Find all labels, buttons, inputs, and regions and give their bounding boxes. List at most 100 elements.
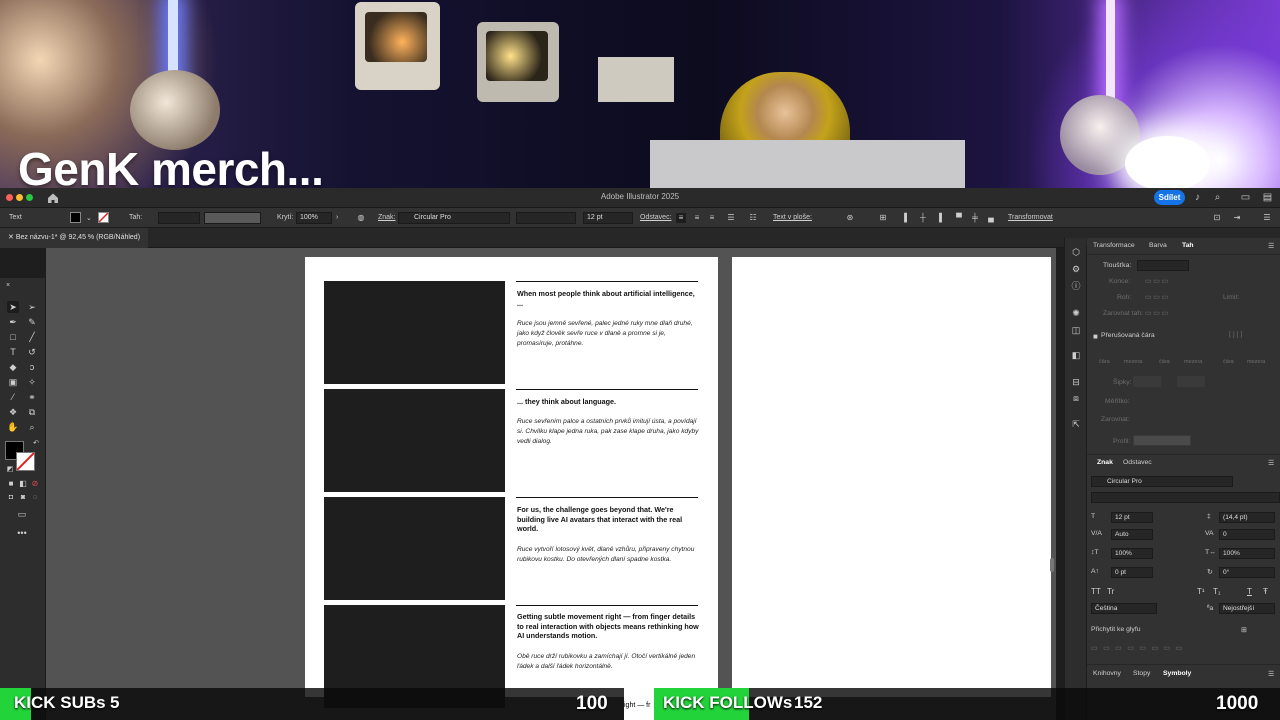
char-rotation-field[interactable]: 0°: [1219, 567, 1275, 578]
artboard-1[interactable]: When most people think about artificial …: [305, 257, 718, 708]
control-options-icon[interactable]: ⇥: [1232, 213, 1242, 223]
char-hscale-field[interactable]: 100%: [1219, 548, 1275, 559]
default-colors-icon[interactable]: ◩: [4, 464, 16, 476]
export-icon[interactable]: ⇱: [1070, 418, 1082, 430]
type-tool-icon[interactable]: T: [7, 346, 19, 358]
tab-character[interactable]: Znak: [1097, 459, 1113, 466]
cap-icons[interactable]: ▭ ▭ ▭: [1145, 277, 1168, 285]
char-tracking-field[interactable]: 0: [1219, 529, 1275, 540]
zoom-tool-icon[interactable]: ⌕: [26, 421, 38, 433]
font-size-field[interactable]: 12 pt: [583, 212, 633, 224]
char-baseline-field[interactable]: 0 pt: [1111, 567, 1153, 578]
workspace-icon[interactable]: ▭: [1240, 192, 1251, 203]
selection-tool-icon[interactable]: ➤: [7, 301, 19, 313]
stroke-weight-input[interactable]: [1137, 260, 1189, 271]
eyedropper-tool-icon[interactable]: ⁄: [7, 391, 19, 403]
align-vcenter-objects-icon[interactable]: ╪: [970, 213, 980, 223]
color-mode-icon[interactable]: ■: [5, 478, 17, 490]
section-body[interactable]: Ruce vytvoří lotosový květ, dlaně vzhůru…: [517, 545, 699, 565]
superscript-button[interactable]: T¹: [1197, 587, 1205, 596]
bullets-icon[interactable]: ☰: [726, 213, 736, 223]
stroke-color-swatch[interactable]: [16, 452, 35, 471]
chevron-down-icon[interactable]: ⌄: [86, 214, 92, 222]
recolor-icon[interactable]: ◍: [356, 213, 366, 223]
more-tools-icon[interactable]: •••: [16, 527, 28, 539]
hand-tool-icon[interactable]: ✋: [7, 421, 19, 433]
swap-colors-icon[interactable]: ↶: [30, 438, 42, 450]
numbering-icon[interactable]: ☷: [748, 213, 758, 223]
section-heading[interactable]: Getting subtle movement right — from fin…: [517, 612, 699, 641]
tab-stroke[interactable]: Tah: [1182, 242, 1194, 249]
align-top-objects-icon[interactable]: ▀: [954, 213, 964, 223]
transform-link[interactable]: Transformovat: [1008, 214, 1053, 221]
shape-builder-tool-icon[interactable]: ✧: [26, 376, 38, 388]
font-family-field[interactable]: Circular Pro: [398, 212, 510, 224]
dashed-checkbox[interactable]: ■: [1093, 332, 1098, 341]
profile-select[interactable]: [1133, 435, 1191, 446]
font-style-field[interactable]: [516, 212, 576, 224]
section-body[interactable]: Ruce sevřením palce a ostatních prvků im…: [517, 417, 699, 446]
globe-icon[interactable]: ⊛: [845, 213, 855, 223]
snap-glyph-icons[interactable]: ▭ ▭ ▭ ▭ ▭ ▭ ▭ ▭: [1091, 644, 1182, 652]
symbol-sprayer-tool-icon[interactable]: ❖: [7, 406, 19, 418]
align-stroke-icons[interactable]: ▭ ▭ ▭: [1145, 309, 1168, 317]
stroke-swatch[interactable]: [98, 212, 109, 223]
image-placeholder[interactable]: [324, 389, 505, 492]
corner-icons[interactable]: ▭ ▭ ▭: [1145, 293, 1168, 301]
section-heading[interactable]: ... they think about language.: [517, 397, 699, 407]
curvature-tool-icon[interactable]: ✎: [26, 316, 38, 328]
bottom-panel-menu-icon[interactable]: ☰: [1268, 670, 1274, 678]
char-vscale-field[interactable]: 100%: [1111, 548, 1153, 559]
all-caps-button[interactable]: TT: [1091, 587, 1101, 596]
pathfinder-icon[interactable]: ⧈: [1070, 392, 1082, 404]
small-caps-button[interactable]: Tr: [1107, 587, 1114, 596]
align-to-icon[interactable]: ⊞: [878, 213, 888, 223]
area-type-link[interactable]: Text v ploše:: [773, 214, 812, 221]
document-tab[interactable]: ✕ Bez názvu-1* @ 92,45 % (RGB/Náhled): [0, 228, 149, 248]
tab-libraries[interactable]: Knihovny: [1093, 670, 1121, 677]
properties-icon[interactable]: ⚙: [1070, 263, 1082, 275]
char-font-style-select[interactable]: [1091, 492, 1280, 503]
start-arrow-select[interactable]: [1133, 376, 1161, 387]
dash-align-icons[interactable]: [ ] [ ]: [1229, 331, 1242, 338]
info-icon[interactable]: ⓘ: [1070, 280, 1082, 292]
tab-symbols[interactable]: Symboly: [1163, 670, 1191, 677]
char-leading-field[interactable]: (14,4 pt): [1219, 512, 1275, 523]
isolate-icon[interactable]: ⊡: [1212, 213, 1222, 223]
transparency-icon[interactable]: ◧: [1070, 349, 1082, 361]
eraser-tool-icon[interactable]: ◆: [7, 361, 19, 373]
menu-icon[interactable]: ☰: [1262, 213, 1272, 223]
align-panel-icon[interactable]: ⊟: [1070, 376, 1082, 388]
end-arrow-select[interactable]: [1177, 376, 1205, 387]
char-panel-menu-icon[interactable]: ☰: [1268, 459, 1274, 467]
fill-swatch[interactable]: [70, 212, 81, 223]
align-hcenter-objects-icon[interactable]: ┼: [918, 213, 928, 223]
bell-icon[interactable]: ♪: [1192, 192, 1203, 203]
strikethrough-button[interactable]: Ŧ: [1263, 587, 1268, 596]
lasso-tool-icon[interactable]: ↄ: [26, 361, 38, 373]
tab-brushes[interactable]: Stopy: [1133, 670, 1150, 677]
variable-width-field[interactable]: [204, 212, 261, 224]
align-bottom-objects-icon[interactable]: ▄: [986, 213, 996, 223]
artboard-2[interactable]: [732, 257, 1051, 697]
arrange-icon[interactable]: ▤: [1262, 192, 1273, 203]
tab-paragraph[interactable]: Odstavec: [1123, 459, 1152, 466]
artboard-tool-icon[interactable]: ⧉: [26, 406, 38, 418]
screen-mode-icon[interactable]: ▭: [16, 508, 28, 520]
image-placeholder[interactable]: [324, 281, 505, 384]
canvas-area[interactable]: When most people think about artificial …: [46, 248, 1056, 720]
language-select[interactable]: Čeština: [1091, 603, 1157, 614]
tab-color[interactable]: Barva: [1149, 242, 1167, 249]
image-placeholder[interactable]: [324, 497, 505, 600]
gradient-mode-icon[interactable]: ◧: [17, 478, 29, 490]
section-heading[interactable]: For us, the challenge goes beyond that. …: [517, 505, 699, 534]
close-panel-icon[interactable]: ×: [4, 280, 12, 289]
gradient-tool-icon[interactable]: ▣: [7, 376, 19, 388]
subscript-button[interactable]: T₁: [1213, 587, 1221, 596]
cube-icon[interactable]: ⬡: [1070, 246, 1082, 258]
character-link[interactable]: Znak:: [378, 214, 396, 221]
paintbrush-tool-icon[interactable]: ╱: [26, 331, 38, 343]
share-button[interactable]: Sdílet: [1154, 190, 1185, 205]
align-right-icon[interactable]: ≡: [707, 213, 717, 223]
rectangle-tool-icon[interactable]: □: [7, 331, 19, 343]
